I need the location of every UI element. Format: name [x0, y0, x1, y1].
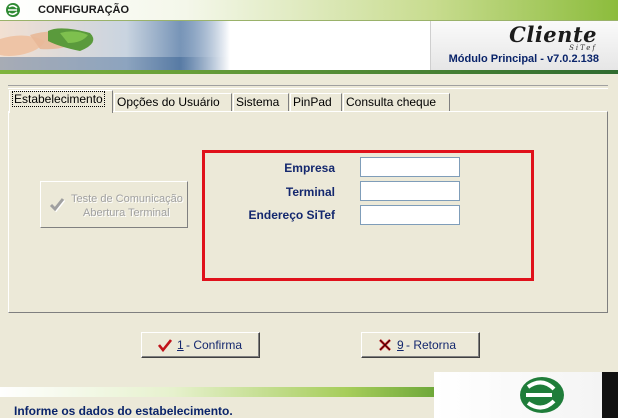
header-banner: Cliente SiTef Módulo Principal - v7.0.2.… — [0, 21, 618, 70]
separator — [8, 85, 608, 89]
brand-panel: Cliente SiTef Módulo Principal - v7.0.2.… — [430, 21, 618, 70]
version-label: Módulo Principal - v7.0.2.138 — [448, 53, 599, 65]
terminal-label: Terminal — [285, 185, 335, 199]
tab-sistema[interactable]: Sistema — [233, 93, 289, 111]
tab-label: PinPad — [293, 95, 332, 109]
banner-stripe — [0, 70, 618, 74]
tab-estabelecimento[interactable]: Estabelecimento — [9, 90, 113, 113]
tab-opcoes-usuario[interactable]: Opções do Usuário — [114, 93, 232, 111]
tab-pinpad[interactable]: PinPad — [290, 93, 342, 111]
status-message: Informe os dados do estabelecimento. — [14, 404, 233, 418]
confirm-label: - Confirma — [186, 338, 243, 352]
brand-sub: SiTef — [569, 44, 597, 52]
endereco-sitef-label: Endereço SiTef — [248, 208, 335, 222]
confirm-shortcut: 1 — [177, 338, 184, 352]
tab-label: Consulta cheque — [346, 95, 437, 109]
endereco-sitef-field[interactable] — [360, 205, 460, 225]
app-logo-icon — [6, 3, 20, 17]
confirm-button[interactable]: 1 - Confirma — [141, 332, 260, 358]
test-button-line1: Teste de Comunicação — [71, 193, 183, 205]
terminal-field[interactable] — [360, 181, 460, 201]
footer-dark-edge — [602, 372, 618, 418]
check-icon — [49, 198, 65, 212]
test-communication-button[interactable]: Teste de Comunicação Abertura Terminal — [40, 181, 188, 228]
tab-label: Opções do Usuário — [117, 95, 220, 109]
footer-stripe — [0, 387, 434, 397]
empresa-label: Empresa — [284, 161, 335, 175]
empresa-field[interactable] — [360, 157, 460, 177]
test-button-line2: Abertura Terminal — [83, 207, 170, 219]
tab-consulta-cheque[interactable]: Consulta cheque — [343, 93, 450, 111]
tab-label: Estabelecimento — [12, 91, 105, 107]
check-icon — [158, 339, 172, 352]
footer-logo-area — [434, 372, 618, 418]
title-bar: CONFIGURAÇÃO — [0, 0, 618, 21]
window-title: CONFIGURAÇÃO — [38, 4, 130, 16]
banner-hand-card-image — [0, 21, 230, 70]
close-icon — [379, 339, 391, 351]
tab-label: Sistema — [236, 95, 280, 109]
return-label: - Retorna — [406, 338, 457, 352]
sitef-logo-icon — [520, 377, 564, 413]
return-shortcut: 9 — [397, 338, 404, 352]
return-button[interactable]: 9 - Retorna — [361, 332, 480, 358]
